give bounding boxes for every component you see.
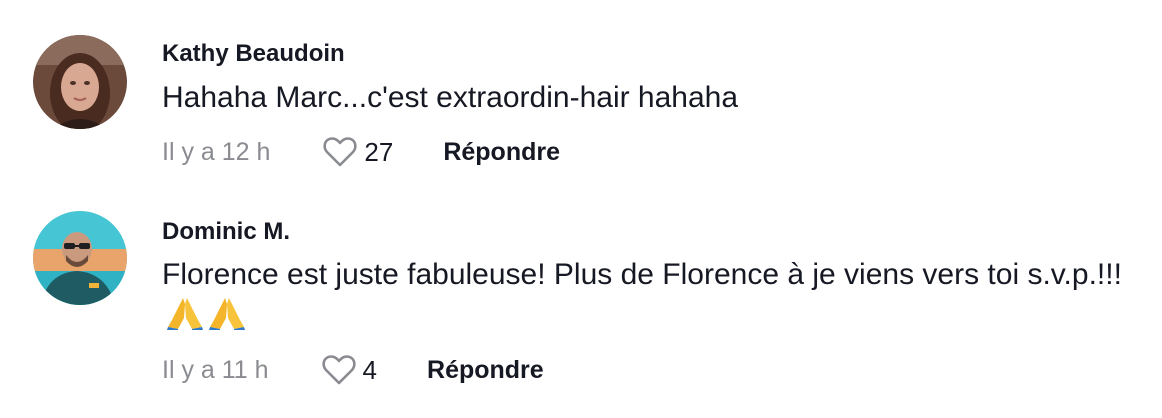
like-count: 27 — [364, 136, 394, 167]
like-button[interactable]: 27 — [322, 136, 393, 168]
folded-hands-emoji: 🙏🙏 — [166, 296, 248, 342]
heart-outline-icon — [321, 355, 356, 385]
comment-meta: Il y a 11 h 4 Répondre — [162, 353, 544, 387]
comment-item: Kathy Beaudoin Hahaha Marc...c'est extra… — [0, 0, 1162, 200]
avatar[interactable] — [33, 211, 127, 305]
comment-time: Il y a 11 h — [162, 355, 269, 384]
avatar-image — [33, 35, 127, 129]
like-count: 4 — [362, 354, 378, 385]
like-button[interactable]: 4 — [321, 354, 377, 386]
avatar-image — [33, 211, 127, 305]
avatar[interactable] — [33, 35, 127, 129]
reply-button[interactable]: Répondre — [443, 138, 560, 167]
comment-author[interactable]: Kathy Beaudoin — [162, 40, 345, 68]
comment-text: Florence est juste fabuleuse! Plus de Fl… — [162, 254, 1122, 342]
comment-text: Hahaha Marc...c'est extraordin-hair haha… — [162, 81, 739, 114]
comment-item: Dominic M. Florence est juste fabuleuse!… — [0, 200, 1162, 418]
comment-time: Il y a 12 h — [162, 137, 271, 166]
heart-outline-icon — [323, 137, 358, 167]
reply-button[interactable]: Répondre — [427, 356, 544, 385]
comment-text-body: Florence est juste fabuleuse! Plus de Fl… — [162, 258, 1122, 291]
comment-author[interactable]: Dominic M. — [162, 218, 290, 246]
comment-meta: Il y a 12 h 27 Répondre — [162, 135, 560, 169]
